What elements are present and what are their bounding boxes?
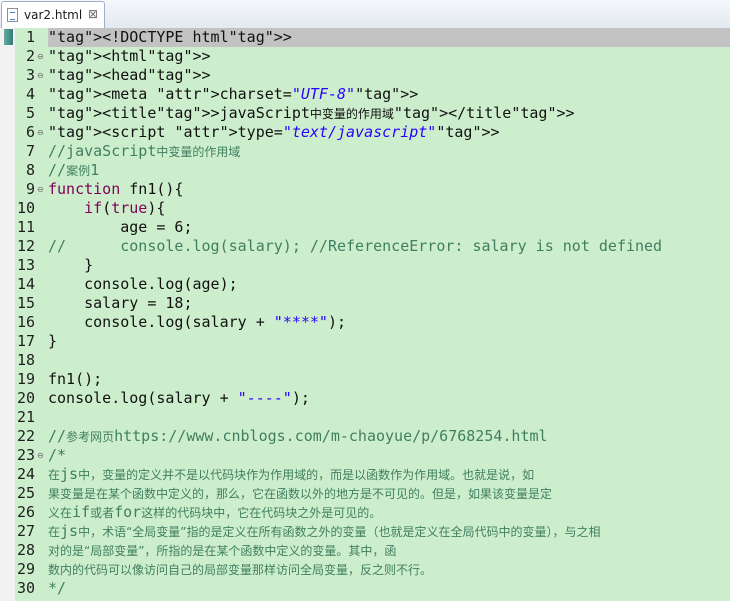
line-number: 23	[16, 446, 35, 464]
code-line[interactable]: "tag"><head"tag">>	[48, 66, 211, 85]
fold-toggle-icon[interactable]: ⊖	[37, 180, 44, 199]
code-line[interactable]: // console.log(salary); //ReferenceError…	[48, 237, 662, 256]
code-line[interactable]: console.log(age);	[48, 275, 238, 294]
code-line[interactable]: console.log(salary + "****");	[48, 313, 346, 332]
line-number: 25	[16, 484, 35, 502]
fold-toggle-icon[interactable]: ⊖	[37, 66, 44, 85]
marker-ruler	[0, 28, 15, 601]
line-number: 16	[16, 313, 35, 331]
code-line[interactable]: //参考网页https://www.cnblogs.com/m-chaoyue/…	[48, 427, 548, 446]
line-number: 19	[16, 370, 35, 388]
line-number: 24	[16, 465, 35, 483]
line-number: 30	[16, 579, 35, 597]
code-line[interactable]: "tag"><title"tag">>javaScript中变量的作用域"tag…	[48, 104, 575, 123]
line-number: 15	[16, 294, 35, 312]
code-line[interactable]: "tag"><script "attr">type="text/javascri…	[48, 123, 500, 142]
code-line[interactable]: 在js中，变量的定义并不是以代码块作为作用域的，而是以函数作为作用域。也就是说，…	[48, 465, 534, 484]
close-icon[interactable]: ⊠	[86, 7, 100, 21]
line-number: 6	[25, 123, 35, 141]
code-line[interactable]: //javaScript中变量的作用域	[48, 142, 240, 161]
line-number: 10	[16, 199, 35, 217]
line-number: 28	[16, 541, 35, 559]
code-line[interactable]: 在js中，术语“全局变量”指的是定义在所有函数之外的变量（也就是定义在全局代码中…	[48, 522, 601, 541]
fold-toggle-icon[interactable]: ⊖	[37, 446, 44, 465]
code-line[interactable]: "tag"><meta "attr">charset="UTF-8""tag">…	[48, 85, 418, 104]
line-number: 26	[16, 503, 35, 521]
line-number: 3	[25, 66, 35, 84]
html-file-icon	[7, 8, 18, 22]
line-number: 8	[25, 161, 35, 179]
line-number: 7	[25, 142, 35, 160]
code-line[interactable]: "tag"><!DOCTYPE html"tag">>	[48, 28, 730, 47]
line-number: 1	[25, 28, 35, 46]
line-number: 21	[16, 408, 35, 426]
line-number: 2	[25, 47, 35, 65]
code-line[interactable]: */	[48, 579, 66, 598]
editor-window: var2.html ⊠ 1 2 3 4 5 6 7 8 9 10 11 12 13 14 15 16 17 18 1…	[0, 0, 730, 601]
code-line[interactable]: age = 6;	[48, 218, 192, 237]
line-number: 9	[25, 180, 35, 198]
code-line[interactable]: 对的是“局部变量”，所指的是在某个函数中定义的变量。其中，函	[48, 541, 396, 560]
line-number-gutter: 1 2 3 4 5 6 7 8 9 10 11 12 13 14 15 16 17 18 19 20 21 22 23 24 2…	[15, 28, 42, 601]
line-number: 14	[16, 275, 35, 293]
line-number: 4	[25, 85, 35, 103]
line-number: 11	[16, 218, 35, 236]
code-line[interactable]: if(true){	[48, 199, 165, 218]
fold-toggle-icon[interactable]: ⊖	[37, 123, 44, 142]
code-line[interactable]: function fn1(){	[48, 180, 183, 199]
code-line[interactable]: 义在if或者for这样的代码块中，它在代码块之外是可见的。	[48, 503, 381, 522]
line-number: 13	[16, 256, 35, 274]
editor-tab-bar: var2.html ⊠	[0, 0, 730, 29]
line-number: 5	[25, 104, 35, 122]
code-line[interactable]: }	[48, 256, 93, 275]
code-line[interactable]: 数内的代码可以像访问自己的局部变量那样访问全局变量，反之则不行。	[48, 560, 432, 579]
line-number: 22	[16, 427, 35, 445]
line-number: 20	[16, 389, 35, 407]
code-line[interactable]: //案例1	[48, 161, 99, 180]
editor-tab-var2-html[interactable]: var2.html ⊠	[1, 1, 105, 28]
code-line[interactable]: 果变量是在某个函数中定义的，那么，它在函数以外的地方是不可见的。但是，如果该变量…	[48, 484, 552, 503]
line-number: 12	[16, 237, 35, 255]
code-line[interactable]: salary = 18;	[48, 294, 192, 313]
code-line[interactable]: console.log(salary + "----");	[48, 389, 310, 408]
code-line[interactable]: "tag"><html"tag">>	[48, 47, 211, 66]
fold-toggle-icon[interactable]: ⊖	[37, 47, 44, 66]
code-line[interactable]: /*	[48, 446, 66, 465]
current-line-marker-icon	[4, 29, 13, 45]
code-editor[interactable]: 1 2 3 4 5 6 7 8 9 10 11 12 13 14 15 16 17 18 19 20 21 22 23 24 2…	[0, 28, 730, 601]
code-line[interactable]: }	[48, 332, 57, 351]
line-number: 17	[16, 332, 35, 350]
code-area[interactable]: "tag"><!DOCTYPE html"tag">> "tag"><html"t…	[48, 28, 730, 601]
tab-title: var2.html	[24, 8, 83, 22]
line-number: 18	[16, 351, 35, 369]
line-number: 29	[16, 560, 35, 578]
line-number: 27	[16, 522, 35, 540]
code-line[interactable]: fn1();	[48, 370, 102, 389]
